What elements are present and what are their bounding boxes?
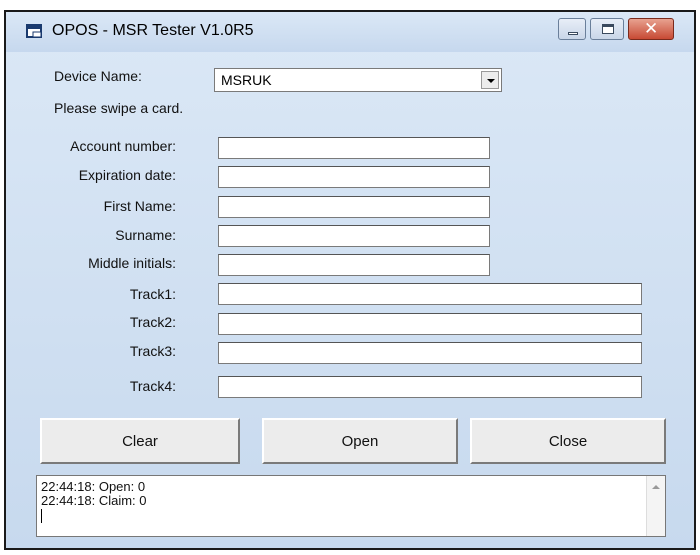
track3-label: Track3: [129, 343, 176, 359]
open-button[interactable]: Open [262, 418, 458, 464]
device-name-select[interactable]: MSRUK [214, 68, 502, 92]
text-caret [41, 509, 42, 523]
track4-label: Track4: [129, 378, 176, 394]
track2-field[interactable] [218, 313, 642, 335]
expiration-date-label: Expiration date: [78, 167, 176, 183]
scroll-up-icon[interactable] [646, 476, 665, 536]
account-number-label: Account number: [70, 138, 176, 154]
expiration-date-field[interactable] [218, 166, 490, 188]
window-title: OPOS - MSR Tester V1.0R5 [52, 22, 254, 39]
account-number-field[interactable] [218, 137, 490, 159]
first-name-label: First Name: [103, 198, 176, 214]
track3-field[interactable] [218, 342, 642, 364]
clear-button[interactable]: Clear [40, 418, 240, 464]
log-line: 22:44:18: Open: 0 [41, 479, 146, 494]
title-bar: OPOS - MSR Tester V1.0R5 ✕ [6, 12, 694, 52]
close-window-button[interactable]: ✕ [628, 18, 674, 40]
app-window-icon [26, 24, 42, 38]
middle-initials-label: Middle initials: [88, 255, 176, 271]
middle-initials-field[interactable] [218, 254, 490, 276]
maximize-button[interactable] [590, 18, 624, 40]
first-name-field[interactable] [218, 196, 490, 218]
chevron-down-icon[interactable] [481, 71, 499, 89]
track4-field[interactable] [218, 376, 642, 398]
device-name-value: MSRUK [221, 72, 272, 88]
minimize-button[interactable] [558, 18, 586, 40]
close-icon: ✕ [644, 19, 659, 38]
track2-label: Track2: [129, 314, 176, 330]
maximize-icon [602, 24, 614, 34]
track1-label: Track1: [129, 286, 176, 302]
minimize-icon [568, 32, 578, 35]
log-line: 22:44:18: Claim: 0 [41, 493, 147, 508]
swipe-prompt: Please swipe a card. [54, 100, 184, 116]
event-log[interactable]: 22:44:18: Open: 0 22:44:18: Claim: 0 [36, 475, 666, 537]
track1-field[interactable] [218, 283, 642, 305]
log-lines: 22:44:18: Open: 0 22:44:18: Claim: 0 [41, 480, 147, 508]
surname-field[interactable] [218, 225, 490, 247]
close-button[interactable]: Close [470, 418, 666, 464]
device-name-label: Device Name: [54, 68, 142, 84]
surname-label: Surname: [115, 227, 176, 243]
